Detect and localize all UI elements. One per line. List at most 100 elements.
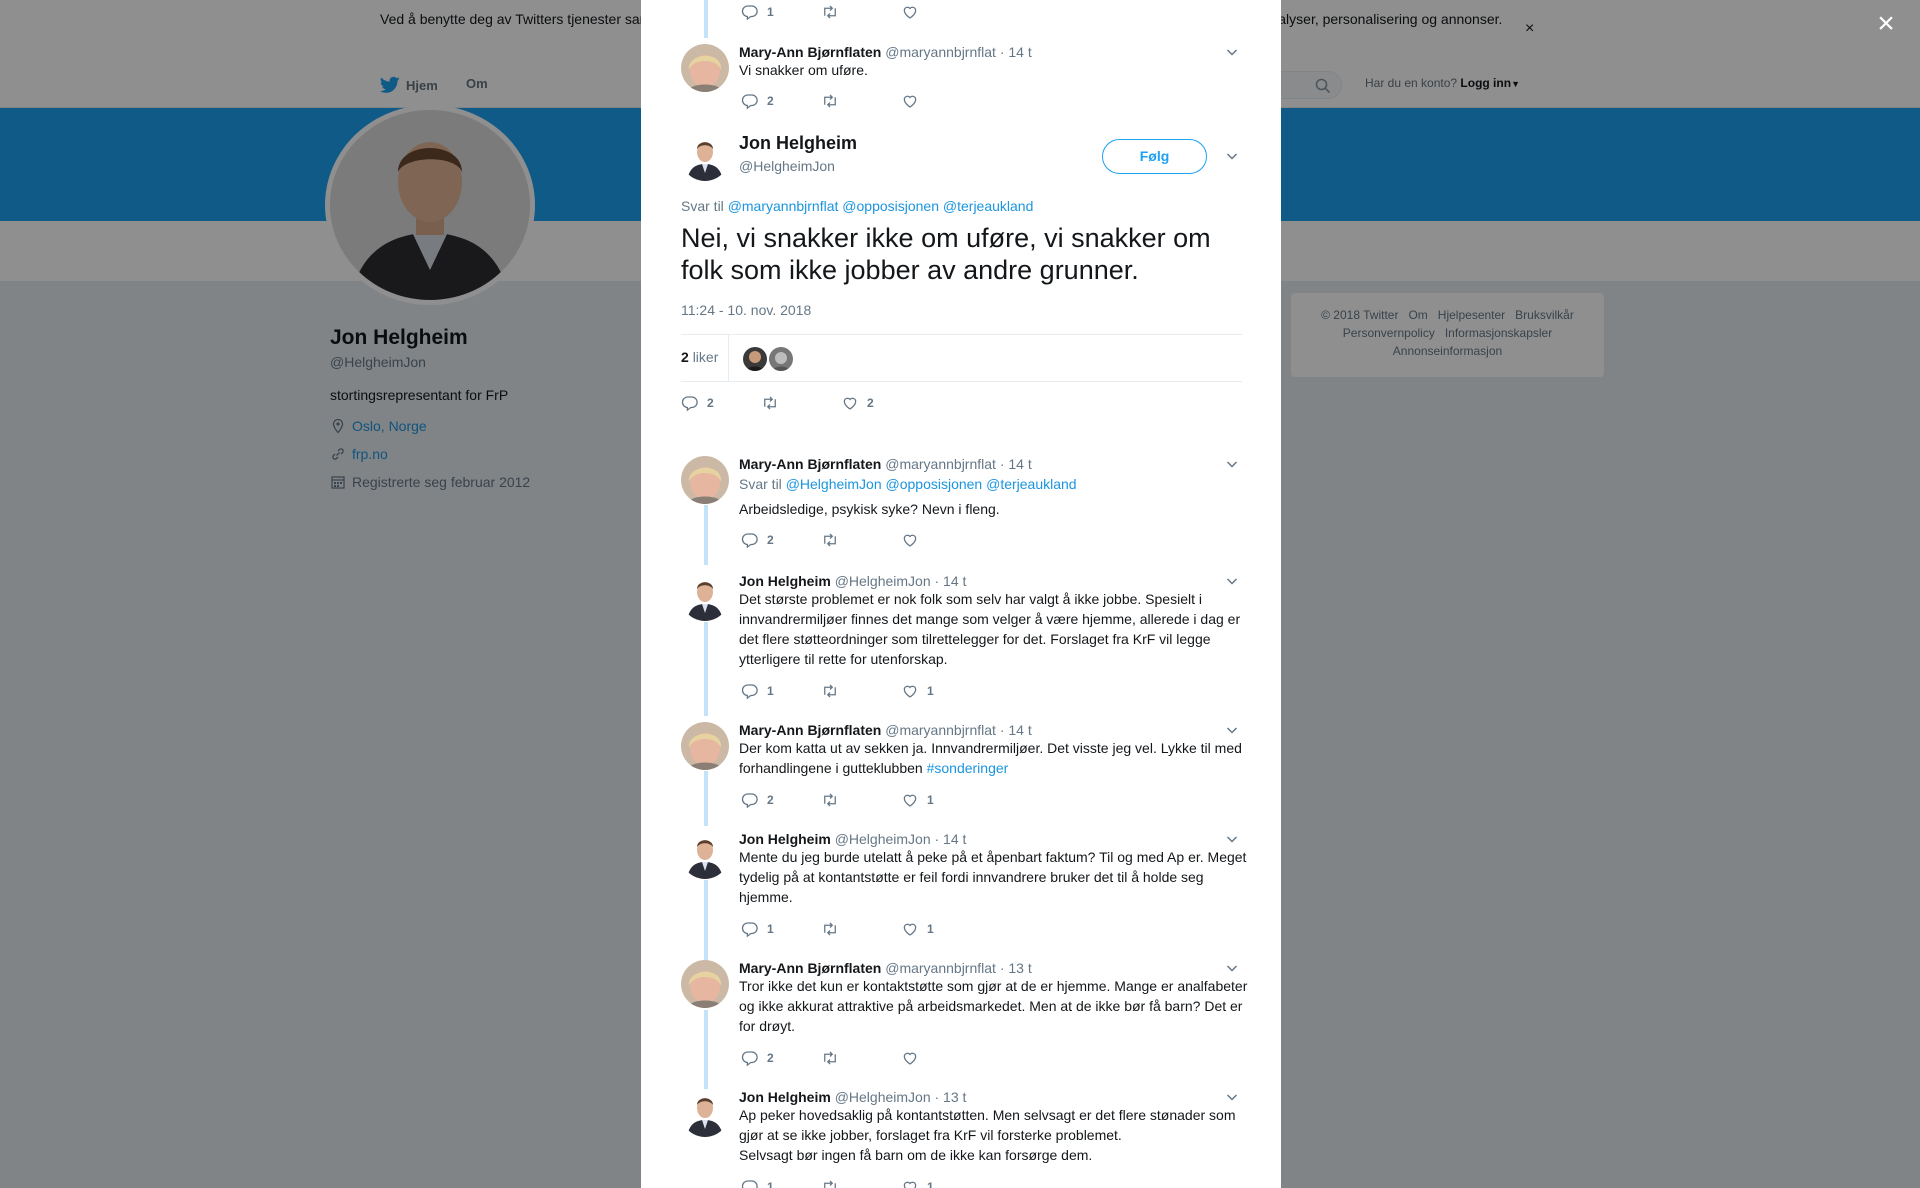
thread-line: [704, 880, 708, 962]
tweet-time[interactable]: · 13 t: [1000, 960, 1032, 976]
chevron-down-icon[interactable]: [1224, 831, 1240, 847]
reply-button[interactable]: 2: [741, 92, 774, 110]
like-button[interactable]: [901, 92, 927, 110]
like-button[interactable]: 1: [901, 1178, 934, 1188]
main-tweet-timestamp[interactable]: 11:24 - 10. nov. 2018: [681, 302, 811, 318]
like-button[interactable]: [901, 531, 927, 549]
chevron-down-icon[interactable]: [1224, 1089, 1240, 1105]
tweet-time[interactable]: · 13 t: [935, 1089, 967, 1105]
retweet-icon: [821, 682, 839, 700]
chevron-down-icon[interactable]: [1224, 960, 1240, 976]
author-name[interactable]: Jon Helgheim: [739, 573, 831, 589]
reply-button[interactable]: 1: [741, 3, 774, 21]
heart-icon: [901, 682, 919, 700]
author-handle[interactable]: @maryannbjrnflat: [885, 456, 996, 472]
retweet-button[interactable]: [761, 394, 787, 412]
hashtag-link[interactable]: #sonderinger: [927, 760, 1009, 776]
likes-stat[interactable]: 2 liker: [681, 349, 718, 365]
avatar[interactable]: [681, 722, 729, 770]
author-handle[interactable]: @HelgheimJon: [835, 573, 931, 589]
like-count: 1: [927, 922, 934, 936]
avatar[interactable]: [681, 456, 729, 504]
author-name[interactable]: Mary-Ann Bjørnflaten: [739, 722, 881, 738]
retweet-button[interactable]: [821, 92, 839, 110]
chevron-down-icon[interactable]: [1224, 456, 1240, 472]
retweet-button[interactable]: [821, 3, 839, 21]
main-author-name[interactable]: Jon Helgheim: [739, 133, 857, 154]
reply-button[interactable]: 2: [741, 1049, 774, 1067]
tweet-header: Jon Helgheim @HelgheimJon · 14 t: [739, 831, 966, 847]
tweet-time[interactable]: · 14 t: [1000, 456, 1032, 472]
reply-prefix: Svar til: [681, 198, 724, 214]
tweet-time[interactable]: · 14 t: [1000, 44, 1032, 60]
tweet-time[interactable]: · 14 t: [935, 573, 967, 589]
chevron-down-icon[interactable]: [1224, 44, 1240, 60]
author-handle[interactable]: @HelgheimJon: [835, 831, 931, 847]
author-handle[interactable]: @maryannbjrnflat: [885, 960, 996, 976]
reply-button[interactable]: 2: [741, 531, 774, 549]
tweet-text-line: Selvsagt bør ingen få barn om de ikke ka…: [739, 1147, 1093, 1163]
retweet-icon: [821, 1178, 839, 1188]
reply-mentions[interactable]: @maryannbjrnflat @opposisjonen @terjeauk…: [728, 198, 1034, 214]
like-button[interactable]: [901, 3, 919, 21]
avatar[interactable]: [681, 1089, 729, 1137]
tweet-header: Mary-Ann Bjørnflaten @maryannbjrnflat · …: [739, 44, 1032, 60]
tweet-time[interactable]: · 14 t: [935, 831, 967, 847]
thread-line: [704, 622, 708, 716]
retweet-button[interactable]: [821, 791, 839, 809]
tweet-actions: 2: [741, 92, 1041, 112]
reply-count: 2: [767, 94, 774, 108]
retweet-button[interactable]: [821, 1049, 839, 1067]
chevron-down-icon[interactable]: [1224, 148, 1240, 164]
author-name[interactable]: Mary-Ann Bjørnflaten: [739, 456, 881, 472]
main-author-handle[interactable]: @HelgheimJon: [739, 158, 835, 174]
avatar-mary-icon: [681, 44, 729, 92]
reply-count: 2: [707, 396, 714, 410]
reply-icon: [741, 1049, 759, 1067]
like-button[interactable]: 2: [841, 394, 874, 412]
thread-line: [704, 0, 708, 38]
tweet-time[interactable]: · 14 t: [1000, 722, 1032, 738]
retweet-button[interactable]: [821, 531, 839, 549]
avatar[interactable]: [681, 831, 729, 879]
retweet-button[interactable]: [821, 682, 839, 700]
avatar[interactable]: [681, 44, 729, 92]
reply-context: Svar til @HelgheimJon @opposisjonen @ter…: [739, 476, 1077, 492]
reply-button[interactable]: 1: [741, 682, 774, 700]
avatar[interactable]: [681, 573, 729, 621]
reply-button[interactable]: 2: [681, 394, 714, 412]
reply-button[interactable]: 1: [741, 1178, 774, 1188]
follow-button[interactable]: Følg: [1102, 139, 1207, 174]
author-name[interactable]: Jon Helgheim: [739, 831, 831, 847]
tweet-header: Mary-Ann Bjørnflaten @maryannbjrnflat · …: [739, 960, 1032, 976]
close-icon[interactable]: ×: [1872, 9, 1900, 39]
chevron-down-icon[interactable]: [1224, 573, 1240, 589]
heart-icon: [841, 394, 859, 412]
retweet-button[interactable]: [821, 920, 839, 938]
likes-word: liker: [692, 349, 719, 365]
main-avatar[interactable]: [681, 133, 729, 181]
author-name[interactable]: Mary-Ann Bjørnflaten: [739, 960, 881, 976]
author-handle[interactable]: @maryannbjrnflat: [885, 722, 996, 738]
reply-button[interactable]: 2: [741, 791, 774, 809]
like-button[interactable]: 1: [901, 920, 934, 938]
author-name[interactable]: Mary-Ann Bjørnflaten: [739, 44, 881, 60]
heart-icon: [901, 1178, 919, 1188]
author-name[interactable]: Jon Helgheim: [739, 1089, 831, 1105]
avatar[interactable]: [681, 960, 729, 1008]
like-button[interactable]: 1: [901, 682, 934, 700]
tweet-header: Jon Helgheim @HelgheimJon · 13 t: [739, 1089, 966, 1105]
author-handle[interactable]: @HelgheimJon: [835, 1089, 931, 1105]
author-handle[interactable]: @maryannbjrnflat: [885, 44, 996, 60]
like-button[interactable]: [901, 1049, 927, 1067]
like-button[interactable]: 1: [901, 791, 934, 809]
thread-line: [704, 1010, 708, 1090]
reply-mentions[interactable]: @HelgheimJon @opposisjonen @terjeaukland: [786, 476, 1077, 492]
chevron-down-icon[interactable]: [1224, 722, 1240, 738]
liker-avatar[interactable]: [769, 347, 793, 371]
tweet-text: Det største problemet er nok folk som se…: [739, 591, 1241, 667]
tweet-actions: 1 1: [741, 682, 1041, 702]
reply-button[interactable]: 1: [741, 920, 774, 938]
retweet-button[interactable]: [821, 1178, 839, 1188]
liker-avatar[interactable]: [743, 347, 767, 371]
